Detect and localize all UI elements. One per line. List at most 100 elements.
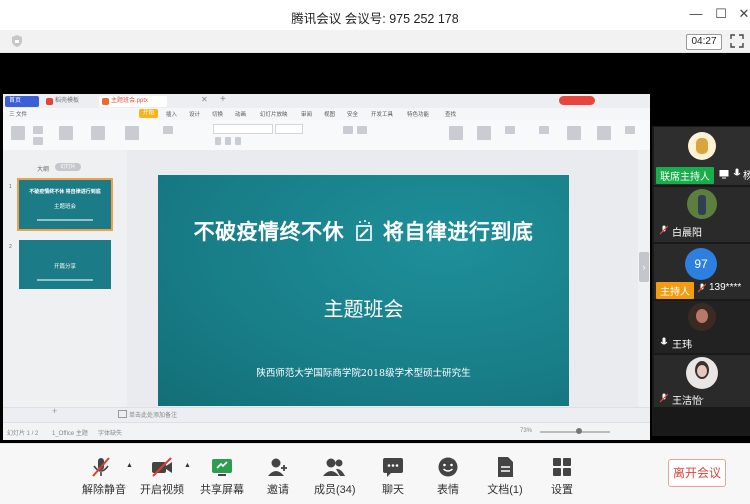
status-theme: 1_Office 主题 [52, 431, 88, 437]
find-icon[interactable] [625, 126, 635, 134]
host-badge: 主持人 [656, 282, 694, 299]
next-slide-arrow-icon[interactable]: › [639, 252, 649, 282]
align-left-icon[interactable] [343, 126, 353, 134]
underline-icon[interactable] [235, 137, 241, 145]
thumb1-title: 不破疫情终不休 将自律进行到底 [29, 189, 101, 195]
wps-tab-home[interactable]: 首页 [5, 96, 39, 107]
menu-review[interactable]: 审阅 [301, 110, 312, 118]
share-screen-label: 共享屏幕 [200, 484, 244, 496]
login-button[interactable] [559, 96, 595, 105]
status-font-missing[interactable]: 字体缺失 [98, 428, 122, 437]
font-name-select[interactable] [213, 124, 273, 134]
vertical-scrollbar[interactable] [638, 150, 650, 422]
cohost-badge: 联席主持人 [656, 167, 714, 184]
emoji-icon [438, 457, 458, 477]
pane-tab-slides[interactable]: 幻灯片 [55, 163, 81, 171]
shield-icon[interactable] [10, 34, 24, 48]
slide-title: 不破疫情终不休 将自律进行到底 [158, 216, 569, 246]
pane-tab-outline[interactable]: 大纲 [37, 164, 49, 173]
new-tab-icon[interactable]: + [220, 94, 226, 105]
cut-icon[interactable] [33, 126, 43, 134]
new-slide-icon[interactable] [91, 126, 105, 140]
menu-transition[interactable]: 切换 [212, 110, 223, 118]
slide-title-right: 将自律进行到底 [382, 221, 534, 244]
documents-button[interactable]: 文档(1) [487, 456, 523, 497]
zoom-slider-handle[interactable] [576, 428, 582, 434]
members-button[interactable]: 成员(34) [314, 456, 356, 497]
layout-icon[interactable] [125, 126, 139, 140]
participant-tile-4[interactable]: 王玮 [654, 301, 750, 353]
wps-tab-docer[interactable]: 稻壳模板 [43, 96, 95, 107]
participant-tile-2[interactable]: 白晨阳 [654, 187, 750, 242]
wps-tab-pptx-label: 主题班会.pptx [111, 98, 149, 104]
document-icon [498, 457, 513, 477]
menu-insert[interactable]: 插入 [166, 110, 177, 118]
bold-icon[interactable] [215, 137, 221, 145]
notes-placeholder[interactable]: 单击此处添加备注 [129, 410, 177, 419]
invite-button[interactable]: 邀请 [263, 456, 293, 497]
share-screen-icon [212, 459, 232, 476]
menu-search[interactable]: 查找 [445, 110, 456, 118]
thumb1-subtitle: 主题班会 [53, 204, 76, 210]
participant-tile-1[interactable]: 联席主持人 杨 [654, 127, 750, 185]
participant-tile-3[interactable]: 97 主持人 139**** [654, 244, 750, 299]
audio-options-chevron-icon[interactable]: ▲ [126, 462, 133, 469]
menu-animation[interactable]: 动画 [235, 110, 246, 118]
video-options-chevron-icon[interactable]: ▲ [184, 462, 191, 469]
mic-icon [733, 168, 741, 176]
reactions-button[interactable]: 表情 [433, 456, 463, 497]
zoom-level: 73% [520, 428, 533, 434]
slide-thumbnail-2[interactable]: 开篇分享 [19, 240, 111, 289]
wps-tab-docer-label: 稻壳模板 [55, 98, 80, 104]
menu-devtools[interactable]: 开发工具 [371, 110, 393, 118]
zoom-slider[interactable] [540, 431, 610, 433]
participant-avatar [688, 132, 716, 160]
shape-icon[interactable] [477, 126, 491, 140]
arrange-icon[interactable] [505, 126, 515, 134]
textbox-icon[interactable] [449, 126, 463, 140]
leave-meeting-button[interactable]: 离开会议 [668, 459, 726, 487]
wps-tab-pptx[interactable]: 主题班会.pptx [99, 96, 167, 107]
menu-start[interactable]: 开始 [139, 109, 159, 118]
members-icon [323, 458, 345, 476]
close-icon[interactable]: ✕ [736, 6, 750, 22]
align-center-icon[interactable] [357, 126, 367, 134]
status-slide-count: 幻灯片 1 / 2 [7, 431, 39, 437]
menu-features[interactable]: 特色功能 [407, 110, 429, 118]
settings-label: 设置 [551, 484, 573, 496]
italic-icon[interactable] [225, 137, 231, 145]
section-icon[interactable] [163, 126, 173, 134]
add-slide-icon[interactable]: + [52, 406, 57, 416]
settings-button[interactable]: 设置 [547, 456, 577, 497]
slide-subtitle: 主题班会 [323, 297, 404, 321]
menu-view[interactable]: 视图 [324, 110, 335, 118]
menu-security[interactable]: 安全 [347, 110, 358, 118]
minimize-icon[interactable]: — [688, 6, 704, 22]
current-slide[interactable]: 不破疫情终不休 将自律进行到底 主题班会 陕西师范大学国际商学院2018级学术型… [158, 175, 569, 406]
menu-slideshow[interactable]: 幻灯片放映 [260, 110, 288, 118]
replace-icon[interactable] [539, 126, 549, 134]
mic-muted-icon [92, 457, 110, 477]
chevron-down-icon[interactable]: ⌄ [698, 392, 706, 403]
chat-button[interactable]: 聊天 [378, 456, 408, 497]
paste-icon[interactable] [11, 126, 25, 140]
unmute-button[interactable]: 解除静音 [82, 456, 126, 497]
thumb2-title: 开篇分享 [53, 264, 76, 270]
close-tab-icon[interactable]: ✕ [201, 95, 208, 104]
chat-label: 聊天 [382, 484, 404, 496]
menu-design[interactable]: 设计 [189, 110, 200, 118]
window-title: 腾讯会议 会议号: 975 252 178 [291, 12, 459, 26]
participant-name: 王玮 [672, 340, 692, 351]
share-screen-button[interactable]: 共享屏幕 [199, 456, 245, 497]
doc-assist-icon[interactable] [567, 126, 581, 140]
font-size-select[interactable] [275, 124, 303, 134]
start-video-button[interactable]: 开启视频 [139, 456, 185, 497]
fullscreen-icon[interactable] [730, 34, 744, 48]
tools-icon[interactable] [597, 126, 611, 140]
format-painter-icon[interactable] [59, 126, 73, 140]
notes-bar[interactable] [3, 407, 650, 422]
maximize-icon[interactable]: ☐ [713, 6, 729, 22]
menu-file[interactable]: 三 文件 [9, 110, 27, 118]
copy-icon[interactable] [33, 137, 43, 145]
slide-thumbnail-1[interactable]: 不破疫情终不休 将自律进行到底 主题班会 [17, 178, 113, 231]
